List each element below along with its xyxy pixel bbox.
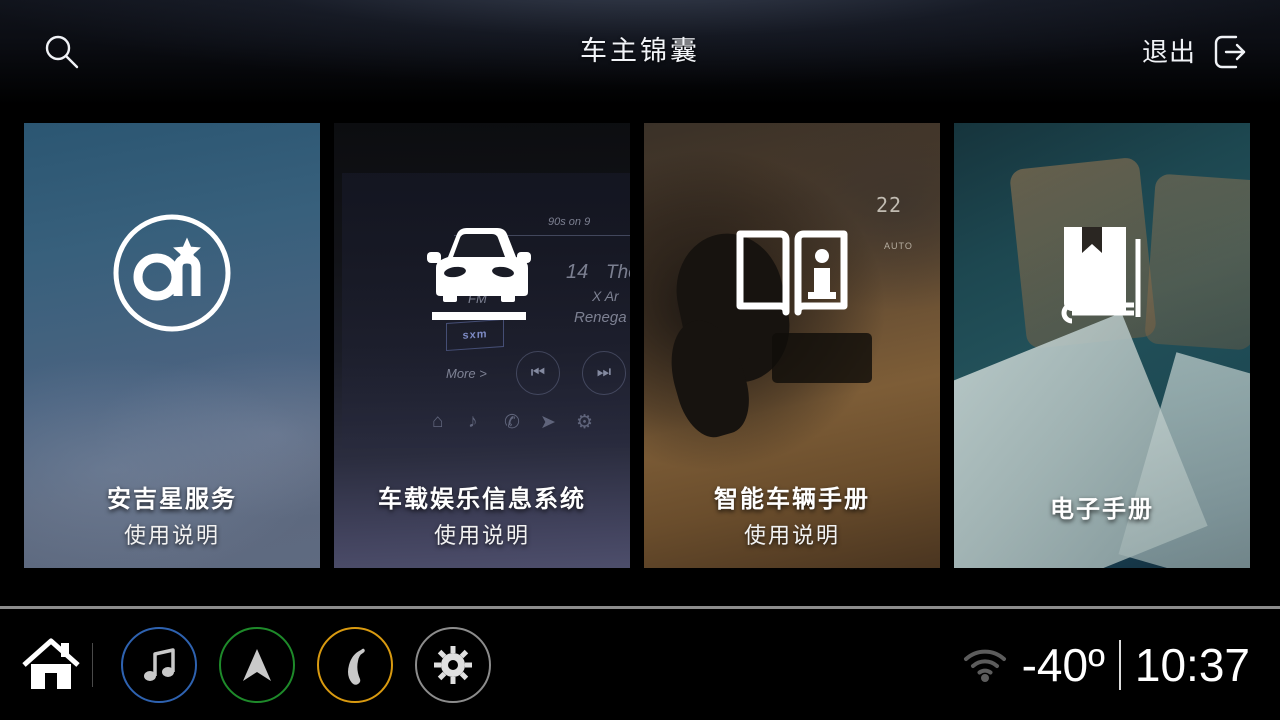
bottom-bar-left [0, 609, 491, 720]
settings-button[interactable] [415, 626, 491, 703]
page-title: 车主锦囊 [580, 36, 700, 66]
clock-display: 10:37 [1134, 638, 1250, 691]
bg-track-name: The [606, 262, 630, 283]
music-note-icon [144, 647, 175, 681]
navigation-button[interactable] [219, 626, 295, 703]
phone-icon [348, 648, 365, 685]
status-divider [1118, 639, 1121, 690]
exit-button[interactable]: 退出 [1142, 24, 1252, 80]
bg-prev-button: ⏮ [516, 351, 560, 395]
temperature-display: -40º [1021, 638, 1105, 691]
bottom-bar: -40º 10:37 [0, 609, 1280, 720]
bg-sxm-logo: sxm [446, 318, 504, 352]
tile-onstar[interactable]: 安吉星服务 使用说明 [24, 123, 320, 568]
home-icon [22, 638, 80, 689]
header-bar: 车主锦囊 退出 [0, 0, 1280, 105]
phone-button[interactable] [317, 626, 393, 703]
bg-band-label: FM [468, 291, 487, 306]
tile-grid: 安吉星服务 使用说明 90s on 9 14 The X Ar Renega F… [24, 123, 1256, 568]
home-divider [92, 642, 93, 687]
bg-climate-temp: 22 [876, 193, 903, 217]
tile-ebook-manual[interactable]: 电子手册 [954, 123, 1250, 568]
bg-seat-right [1144, 173, 1250, 351]
bg-phone-icon: ✆ [504, 412, 520, 433]
bg-console-buttons [772, 333, 872, 383]
tile-background-image [24, 123, 320, 568]
bg-gear-icon: ⚙ [576, 412, 594, 433]
home-button[interactable] [12, 620, 90, 710]
bg-seat-left [1008, 156, 1158, 350]
wifi-icon [963, 649, 1006, 682]
bg-station-label: 90s on 9 [548, 216, 591, 228]
bg-more-link: More > [446, 366, 487, 381]
exit-label: 退出 [1141, 36, 1196, 67]
bg-climate-mode: AUTO [884, 241, 913, 251]
infotainment-screen: 车主锦囊 退出 安吉星服务 使用说明 90s on 9 14 Th X Ar R… [0, 0, 1280, 720]
tile-background-image [954, 123, 1250, 568]
status-area: -40º 10:37 [962, 609, 1250, 720]
tile-infotainment[interactable]: 90s on 9 14 The X Ar Renega FM sxm More … [334, 123, 630, 568]
music-button[interactable] [121, 626, 197, 703]
bg-artist-name: X Ar [592, 288, 619, 304]
gear-icon [434, 645, 472, 684]
bg-music-icon: ♪ [468, 411, 478, 432]
navigation-arrow-icon [243, 648, 271, 681]
bg-line [454, 235, 630, 236]
bg-nav-icon: ➤ [540, 412, 556, 433]
bg-album-name: Renega [574, 309, 627, 326]
tile-vehicle-manual[interactable]: 22 AUTO 智能车辆手册 使用说明 [644, 123, 940, 568]
tile-background-image: 90s on 9 14 The X Ar Renega FM sxm More … [334, 123, 630, 568]
logout-icon [1214, 35, 1246, 69]
bg-next-button: ⏭ [582, 351, 626, 395]
bg-channel-number: 14 [566, 261, 589, 283]
bg-home-icon: ⌂ [432, 411, 444, 432]
tile-background-image: 22 AUTO [644, 123, 940, 568]
